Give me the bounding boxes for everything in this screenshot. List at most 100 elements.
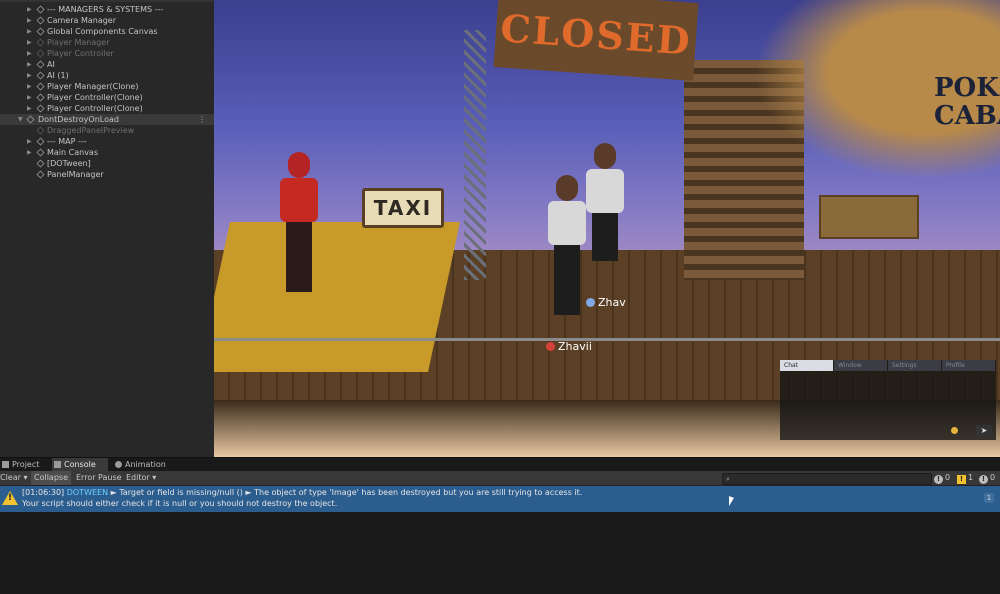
closed-sign: CLOSED [493,0,699,81]
avatar-head [594,143,616,169]
chat-tab[interactable]: Chat [780,360,833,371]
player-avatar[interactable] [544,175,590,315]
npc-avatar[interactable] [276,152,322,292]
hierarchy-item[interactable]: DraggedPanelPreview [0,125,214,136]
expand-arrow-icon[interactable]: ▶ [27,37,35,48]
avatar-body [280,178,318,222]
expand-arrow-icon[interactable]: ▶ [27,136,35,147]
hierarchy-item[interactable]: ▶ Player Controller [0,48,214,59]
animation-icon [115,461,122,468]
expand-arrow-icon[interactable]: ▶ [27,70,35,81]
error-pause-button[interactable]: Error Pause [76,471,122,485]
bottom-tab-bar: Project Console Animation [0,457,1000,472]
expand-arrow-icon[interactable]: ▶ [27,81,35,92]
hierarchy-item[interactable]: ▶ Player Controller(Clone) [0,103,214,114]
hierarchy-item[interactable]: ▶ Player Controller(Clone) [0,92,214,103]
expand-arrow-icon[interactable]: ▶ [27,103,35,114]
hierarchy-top-row [0,0,214,2]
hierarchy-item[interactable]: ▶ AI [0,59,214,70]
gameobject-icon [36,126,45,135]
console-log-entry[interactable]: ! [01:06:30] DOTWEEN ► Target or field i… [0,486,1000,512]
profile-tab[interactable]: Profile [942,360,995,371]
hierarchy-item[interactable]: ▶ Camera Manager [0,15,214,26]
bench [819,195,919,239]
gameobject-icon [36,170,45,179]
gameobject-icon [36,16,45,25]
taxi-sign: TAXI [362,188,444,228]
railing [214,338,1000,341]
chat-widget: Chat Window Settings Profile ➤ [780,360,996,440]
gameobject-icon [36,137,45,146]
warning-count-toggle[interactable]: ! 1 [957,471,973,485]
send-icon[interactable]: ➤ [976,425,992,437]
hierarchy-item[interactable]: ▶ Main Canvas [0,147,214,158]
gameobject-icon [36,5,45,14]
avatar-body [586,169,624,213]
search-icon: ⌕ [726,475,730,483]
expand-arrow-icon[interactable]: ▶ [27,59,35,70]
gameobject-icon [36,60,45,69]
console-toolbar: Clear ▾ Collapse Error Pause Editor ▾ ⌕ … [0,471,1000,486]
expand-arrow-icon[interactable]: ▶ [27,26,35,37]
hierarchy-panel: ▶ --- MANAGERS & SYSTEMS --- ▶ Camera Mana… [0,0,214,457]
hierarchy-item[interactable]: ▶ Global Components Canvas [0,26,214,37]
gameobject-icon [36,104,45,113]
expand-arrow-icon[interactable]: ▶ [27,15,35,26]
chevron-down-icon: ▾ [152,473,157,482]
avatar-legs [554,245,580,315]
game-view[interactable]: CLOSED TAXI POKER CABANA Zhav Zhavii Cha… [214,0,1000,457]
search-input[interactable]: ⌕ [722,473,932,485]
log-message-line2: Your script should either check if it is… [22,499,338,508]
hierarchy-item[interactable]: [DOTween] [0,158,214,169]
hierarchy-item[interactable]: ▶ --- MANAGERS & SYSTEMS --- [0,4,214,15]
more-options-icon[interactable]: ⋮ [198,114,206,125]
hierarchy-item[interactable]: ▶ Player Manager(Clone) [0,81,214,92]
gameobject-icon [36,93,45,102]
gameobject-icon [36,38,45,47]
gameobject-icon [36,159,45,168]
avatar-body [548,201,586,245]
hierarchy-item[interactable]: ▶ Player Manager [0,37,214,48]
editor-dropdown[interactable]: Editor ▾ [126,471,156,485]
log-count-toggle[interactable]: ! 0 [934,471,950,485]
avatar-head [556,175,578,201]
folder-icon [2,461,9,468]
avatar-legs [286,222,312,292]
expand-arrow-icon[interactable]: ▶ [27,48,35,59]
tab-animation[interactable]: Animation [113,458,173,472]
hierarchy-item[interactable]: ▶ --- MAP --- [0,136,214,147]
player-badge-icon [586,298,595,307]
gameobject-icon [36,49,45,58]
chevron-down-icon[interactable]: ▾ [23,473,27,482]
hierarchy-item[interactable]: ▶ AI (1) [0,70,214,81]
expand-arrow-icon[interactable]: ▶ [27,147,35,158]
tab-project[interactable]: Project [0,458,48,472]
coin-icon[interactable] [951,427,958,434]
gameobject-icon [36,71,45,80]
window-tab[interactable]: Window [834,360,887,371]
dontdestroyonload-scene[interactable]: ▼ DontDestroyOnLoad ⋮ [0,114,214,125]
collapse-button[interactable]: Collapse [31,471,71,485]
collapse-arrow-icon[interactable]: ▼ [18,114,26,125]
warning-icon: ! [957,475,966,484]
expand-arrow-icon[interactable]: ▶ [27,4,35,15]
settings-tab[interactable]: Settings [888,360,941,371]
tab-console[interactable]: Console [52,458,108,472]
scene-icon [26,115,35,124]
avatar-head [288,152,310,178]
log-message-line1: [01:06:30] DOTWEEN ► Target or field is … [22,488,583,497]
gameobject-icon [36,148,45,157]
log-count-badge: 1 [984,493,994,503]
hierarchy-item[interactable]: PanelManager [0,169,214,180]
mouse-cursor-icon [729,496,734,508]
clear-button[interactable]: Clear ▾ [0,471,27,485]
yellow-platform [214,222,460,372]
warning-icon: ! [2,491,18,505]
error-icon: ! [979,475,988,484]
player-nameplate: Zhav [586,296,626,309]
player-badge-icon [546,342,555,351]
info-icon: ! [934,475,943,484]
scaffold-tower [464,30,486,280]
expand-arrow-icon[interactable]: ▶ [27,92,35,103]
error-count-toggle[interactable]: ! 0 [979,471,995,485]
